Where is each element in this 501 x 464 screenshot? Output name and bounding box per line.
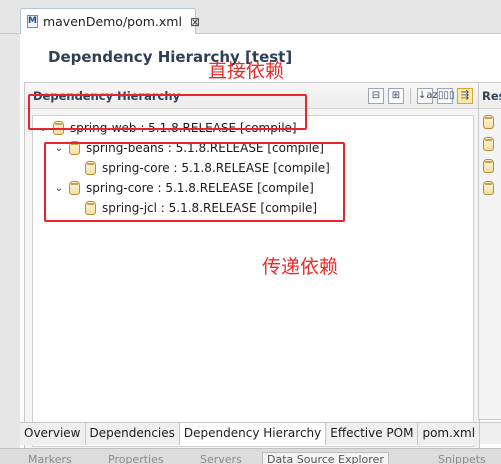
bottom-views-bar: Markers Properties Servers Data Source E… (0, 448, 501, 464)
view-tab-data-source-explorer[interactable]: Data Source Explorer (262, 452, 389, 464)
collapse-all-icon[interactable]: ⊟ (368, 88, 384, 104)
tab-dependencies[interactable]: Dependencies (85, 423, 180, 445)
resolved-list[interactable] (483, 115, 500, 203)
editor-page-tabs: Overview Dependencies Dependency Hierarc… (20, 422, 501, 445)
left-gutter (0, 34, 20, 448)
editor-tab-title: mavenDemo/pom.xml (42, 14, 182, 29)
jar-icon (483, 181, 494, 195)
maven-file-icon: M (27, 15, 38, 28)
filter-icon[interactable]: ⇶ (457, 88, 473, 104)
editor-tab-pom[interactable]: M mavenDemo/pom.xml ⊠ (20, 8, 200, 34)
view-tab-properties[interactable]: Properties (108, 453, 164, 464)
annotation-direct-box (28, 94, 307, 130)
tab-effective-pom[interactable]: Effective POM (326, 423, 419, 445)
expand-all-icon[interactable]: ⊞ (388, 88, 404, 104)
editor-tab-bar: M mavenDemo/pom.xml ⊠ (0, 0, 501, 34)
jar-icon (483, 137, 494, 151)
section-toolbar: ⊟ ⊞ ↓az ▯▯▯ ⇶ (368, 88, 473, 104)
right-section-header: Res (479, 83, 501, 109)
dependency-hierarchy-section: Dependency Hierarchy ⊟ ⊞ ↓az ▯▯▯ ⇶ ⌄ spr… (24, 82, 480, 454)
close-icon[interactable]: ⊠ (190, 15, 200, 29)
jar-icon (483, 115, 494, 129)
view-tab-servers[interactable]: Servers (200, 453, 242, 464)
tab-overview[interactable]: Overview (20, 423, 86, 445)
view-tab-snippets[interactable]: Snippets (438, 453, 486, 464)
toolbar-separator (410, 88, 411, 104)
annotation-transitive-label: 传递依赖 (262, 256, 339, 278)
tab-dependency-hierarchy[interactable]: Dependency Hierarchy (179, 423, 327, 445)
jar-icon (483, 159, 494, 173)
right-section-title: Res (482, 89, 501, 103)
annotation-transitive-box (44, 142, 345, 222)
annotation-direct-label: 直接依赖 (208, 60, 285, 82)
tab-pom-xml[interactable]: pom.xml (418, 423, 481, 445)
resolved-dependencies-section: Res (478, 82, 501, 420)
sort-icon[interactable]: ↓az (417, 88, 438, 104)
view-tab-markers[interactable]: Markers (28, 453, 72, 464)
show-group-id-icon[interactable]: ▯▯▯ (437, 88, 455, 104)
